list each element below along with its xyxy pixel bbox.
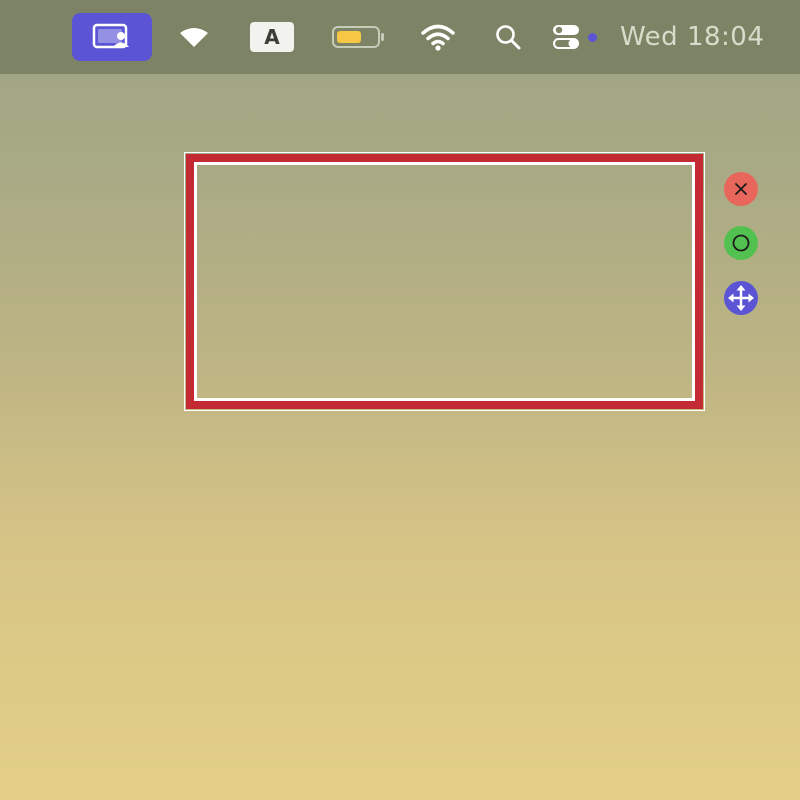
- battery-button[interactable]: [330, 13, 386, 61]
- spotlight-search-button[interactable]: [488, 13, 528, 61]
- desktop: A Wed 18:04: [0, 0, 800, 800]
- close-selection-button[interactable]: [724, 172, 758, 206]
- screen-share-button[interactable]: [72, 13, 152, 61]
- wifi-wedge-icon: [180, 28, 208, 47]
- circle-icon: [732, 234, 750, 252]
- wifi-button[interactable]: [416, 13, 460, 61]
- recording-indicator-dot: [588, 33, 597, 42]
- wifi-icon: [421, 24, 455, 51]
- selection-inner-border: [194, 162, 695, 401]
- control-center-button[interactable]: [546, 13, 586, 61]
- close-icon: [735, 183, 747, 195]
- selection-border: [186, 154, 703, 409]
- battery-icon: [332, 26, 384, 48]
- toggles-icon: [553, 25, 579, 49]
- input-source-label: A: [250, 22, 294, 52]
- move-arrows-icon: [728, 285, 754, 311]
- capture-selection-frame[interactable]: [184, 152, 705, 411]
- start-recording-button[interactable]: [724, 226, 758, 260]
- menu-bar: A Wed 18:04: [0, 0, 800, 74]
- move-selection-button[interactable]: [724, 281, 758, 315]
- screen-share-icon: [92, 23, 129, 49]
- search-icon: [496, 25, 521, 50]
- menu-bar-clock[interactable]: Wed 18:04: [620, 13, 780, 61]
- wifi-status-button[interactable]: [172, 13, 216, 61]
- input-source-button[interactable]: A: [250, 13, 294, 61]
